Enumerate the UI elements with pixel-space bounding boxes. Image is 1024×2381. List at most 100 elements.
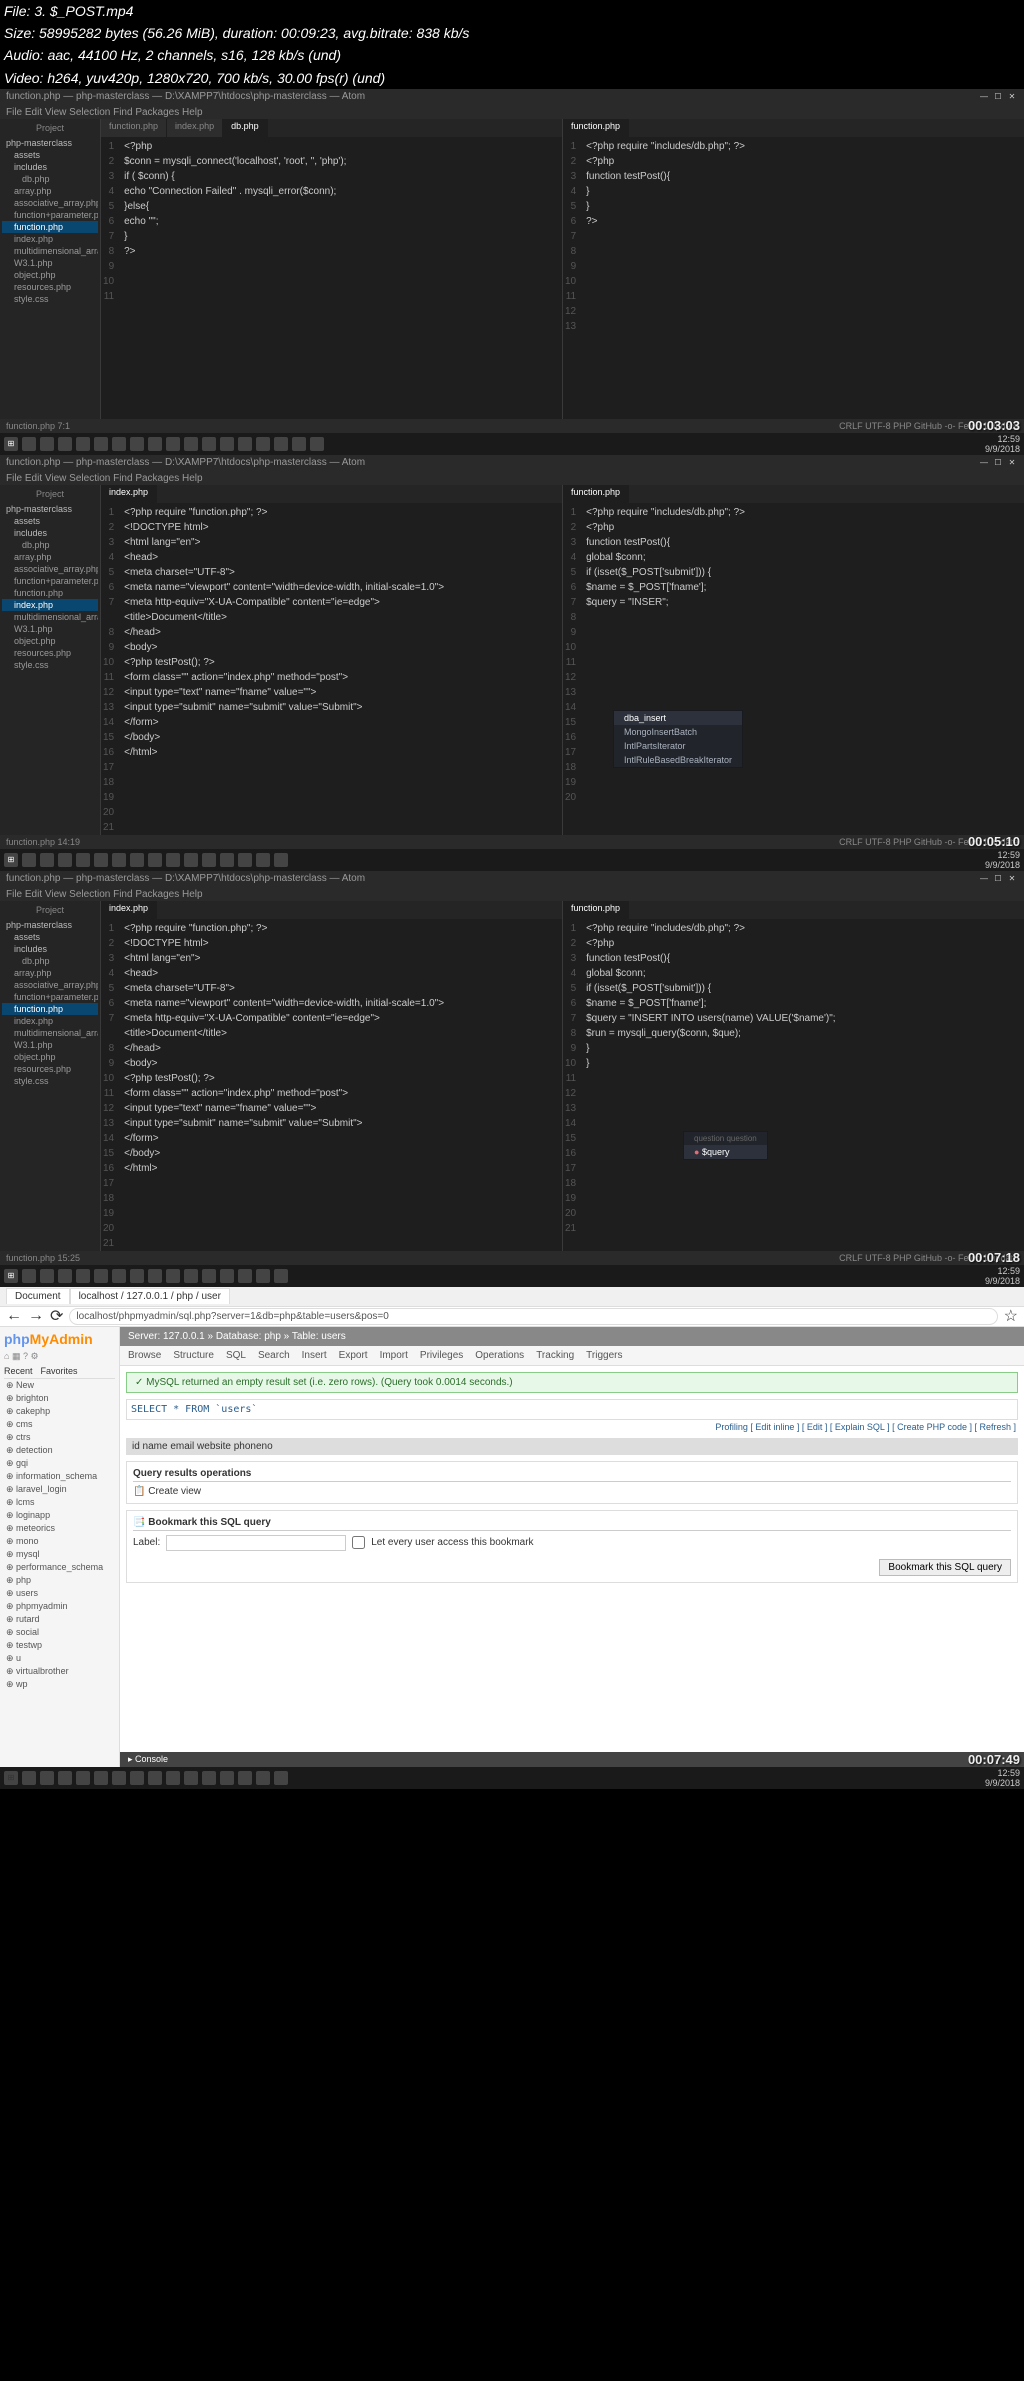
tree-object[interactable]: object.php (2, 635, 98, 647)
task-icon[interactable] (148, 437, 162, 451)
ac-item[interactable]: ● $query (684, 1145, 767, 1159)
task-icon[interactable] (166, 853, 180, 867)
task-icon[interactable] (274, 1269, 288, 1283)
ac-item[interactable]: MongoInsertBatch (614, 725, 742, 739)
db-tree-item[interactable]: ⊕ ctrs (4, 1431, 115, 1444)
db-tree-item[interactable]: ⊕ mono (4, 1535, 115, 1548)
ac-item[interactable]: dba_insert (614, 711, 742, 725)
minimize-icon[interactable]: — (978, 874, 990, 884)
project-sidebar[interactable]: Project php-masterclass assets includes … (0, 485, 100, 835)
task-icon[interactable] (22, 437, 36, 451)
tree-root[interactable]: php-masterclass (2, 137, 98, 149)
task-icon[interactable] (76, 853, 90, 867)
task-icon[interactable] (184, 853, 198, 867)
topmenu-item[interactable]: Operations (475, 1350, 524, 1361)
topmenu-item[interactable]: Triggers (586, 1350, 622, 1361)
database-tree[interactable]: ⊕ New⊕ brighton⊕ cakephp⊕ cms⊕ ctrs⊕ det… (4, 1379, 115, 1691)
topmenu-item[interactable]: SQL (226, 1350, 246, 1361)
app-menubar[interactable]: File Edit View Selection Find Packages H… (0, 887, 1024, 901)
task-icon[interactable] (22, 853, 36, 867)
tree-multi[interactable]: multidimensional_array.php (2, 611, 98, 623)
taskbar-clock[interactable]: 12:599/9/2018 (985, 1768, 1020, 1788)
topmenu-item[interactable]: Insert (302, 1350, 327, 1361)
task-icon[interactable] (274, 853, 288, 867)
task-icon[interactable] (76, 1269, 90, 1283)
autocomplete-popup[interactable]: dba_insert MongoInsertBatch IntlPartsIte… (613, 710, 743, 768)
task-icon[interactable] (112, 853, 126, 867)
tree-funcparam[interactable]: function+parameter.php (2, 991, 98, 1003)
tree-assets[interactable]: assets (2, 149, 98, 161)
tab-phpmyadmin[interactable]: localhost / 127.0.0.1 / php / user (70, 1288, 230, 1304)
task-icon[interactable] (112, 437, 126, 451)
tree-root[interactable]: php-masterclass (2, 919, 98, 931)
windows-taskbar[interactable]: ⊞ 12:599/9/2018 (0, 1767, 1024, 1789)
taskbar-clock[interactable]: 12:599/9/2018 (985, 1266, 1020, 1286)
task-icon[interactable] (220, 853, 234, 867)
taskbar-clock[interactable]: 12:599/9/2018 (985, 850, 1020, 870)
task-icon[interactable] (58, 1771, 72, 1785)
console-bar[interactable]: ▸ Console (120, 1752, 1024, 1767)
task-icon[interactable] (148, 853, 162, 867)
tree-root[interactable]: php-masterclass (2, 503, 98, 515)
tree-style[interactable]: style.css (2, 659, 98, 671)
task-icon[interactable] (148, 1771, 162, 1785)
let-every-user-checkbox[interactable] (352, 1536, 365, 1549)
ac-item[interactable]: IntlRuleBasedBreakIterator (614, 753, 742, 767)
create-view-link[interactable]: 📋 Create view (133, 1486, 1011, 1497)
db-tree-item[interactable]: ⊕ meteorics (4, 1522, 115, 1535)
tree-style[interactable]: style.css (2, 1075, 98, 1087)
task-icon[interactable] (220, 437, 234, 451)
task-icon[interactable] (22, 1771, 36, 1785)
task-icon[interactable] (238, 437, 252, 451)
tree-array[interactable]: array.php (2, 185, 98, 197)
task-icon[interactable] (130, 437, 144, 451)
tree-index[interactable]: index.php (2, 233, 98, 245)
tree-assets[interactable]: assets (2, 515, 98, 527)
tab-function-r[interactable]: function.php (563, 485, 629, 503)
db-tree-item[interactable]: ⊕ u (4, 1652, 115, 1665)
tree-array[interactable]: array.php (2, 551, 98, 563)
tree-array[interactable]: array.php (2, 967, 98, 979)
tab-index[interactable]: index.php (101, 901, 157, 919)
topmenu-item[interactable]: Import (380, 1350, 408, 1361)
task-icon[interactable] (148, 1269, 162, 1283)
task-icon[interactable] (202, 853, 216, 867)
tab-index[interactable]: index.php (167, 119, 223, 137)
tree-assets[interactable]: assets (2, 931, 98, 943)
task-icon[interactable] (58, 853, 72, 867)
tree-function[interactable]: function.php (2, 221, 98, 233)
db-tree-item[interactable]: ⊕ information_schema (4, 1470, 115, 1483)
db-tree-item[interactable]: ⊕ cms (4, 1418, 115, 1431)
tree-res[interactable]: resources.php (2, 647, 98, 659)
task-icon[interactable] (256, 1771, 270, 1785)
tab-index[interactable]: index.php (101, 485, 157, 503)
back-icon[interactable]: ← (6, 1307, 22, 1325)
task-icon[interactable] (40, 853, 54, 867)
taskbar-clock[interactable]: 12:599/9/2018 (985, 434, 1020, 454)
tree-function[interactable]: function.php (2, 1003, 98, 1015)
task-icon[interactable] (220, 1269, 234, 1283)
db-tree-item[interactable]: ⊕ detection (4, 1444, 115, 1457)
start-icon[interactable]: ⊞ (4, 853, 18, 867)
tree-multi[interactable]: multidimensional_array.php (2, 1027, 98, 1039)
task-icon[interactable] (166, 1269, 180, 1283)
task-icon[interactable] (58, 1269, 72, 1283)
tree-includes[interactable]: includes (2, 527, 98, 539)
pma-sidebar[interactable]: phpMyAdmin ⌂ ▦ ? ⚙ Recent Favorites ⊕ Ne… (0, 1327, 120, 1767)
forward-icon[interactable]: → (28, 1307, 44, 1325)
tab-document[interactable]: Document (6, 1288, 70, 1304)
task-icon[interactable] (94, 853, 108, 867)
start-icon[interactable]: ⊞ (4, 437, 18, 451)
tree-assoc[interactable]: associative_array.php (2, 979, 98, 991)
windows-taskbar[interactable]: ⊞ 12:599/9/2018 (0, 433, 1024, 455)
tree-w3[interactable]: W3.1.php (2, 623, 98, 635)
task-icon[interactable] (220, 1771, 234, 1785)
breadcrumb[interactable]: Server: 127.0.0.1 » Database: php » Tabl… (120, 1327, 1024, 1346)
task-icon[interactable] (238, 1771, 252, 1785)
topmenu-item[interactable]: Browse (128, 1350, 161, 1361)
db-tree-item[interactable]: ⊕ rutard (4, 1613, 115, 1626)
task-icon[interactable] (202, 1269, 216, 1283)
tree-index[interactable]: index.php (2, 599, 98, 611)
task-icon[interactable] (76, 1771, 90, 1785)
task-icon[interactable] (40, 1771, 54, 1785)
